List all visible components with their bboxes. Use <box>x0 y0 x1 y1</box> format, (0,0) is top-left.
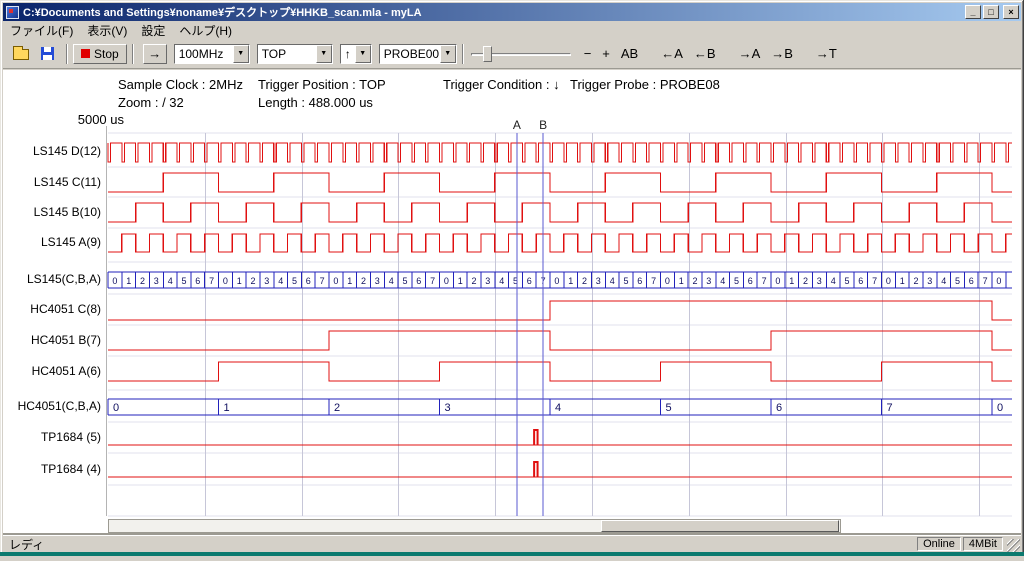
move-cursor-a-left-button[interactable]: ←A <box>656 45 688 62</box>
toolbar-separator <box>132 44 134 64</box>
status-ready-text: レディ <box>9 536 44 553</box>
minimize-button[interactable]: _ <box>965 5 981 19</box>
open-folder-icon <box>13 49 29 60</box>
chevron-down-icon[interactable]: ▼ <box>316 45 332 63</box>
trigger-position-value: TOP <box>258 45 316 63</box>
probe-select-value: PROBE00 <box>380 45 440 63</box>
time-div-label: 5000 us <box>60 112 124 127</box>
trigger-edge-value: ↑ <box>341 45 355 63</box>
zoom-out-button[interactable]: − <box>579 45 597 62</box>
app-icon <box>6 6 19 19</box>
scrollbar-thumb[interactable] <box>601 520 839 532</box>
goto-trigger-button[interactable]: →T <box>811 45 842 62</box>
status-memory-badge: 4MBit <box>963 537 1003 551</box>
zoom-in-button[interactable]: + <box>597 45 615 62</box>
title-bar[interactable]: C:¥Documents and Settings¥noname¥デスクトップ¥… <box>3 3 1021 21</box>
stop-icon <box>81 49 90 58</box>
toolbar-separator <box>66 44 68 64</box>
sample-rate-dropdown[interactable]: 100MHz ▼ <box>174 44 250 64</box>
chevron-down-icon[interactable]: ▼ <box>355 45 371 63</box>
chevron-down-icon[interactable]: ▼ <box>233 45 249 63</box>
status-online-badge: Online <box>917 537 961 551</box>
sample-rate-value: 100MHz <box>175 45 233 63</box>
zoom-slider[interactable] <box>471 44 571 64</box>
open-button[interactable] <box>9 43 33 65</box>
move-cursor-a-right-button[interactable]: →A <box>734 45 766 62</box>
trigger-probe-text: Trigger Probe : PROBE08 <box>570 77 720 92</box>
probe-select-dropdown[interactable]: PROBE00 ▼ <box>379 44 457 64</box>
save-icon <box>41 47 54 60</box>
toolbar-separator <box>462 44 464 64</box>
status-bar: レディ Online 4MBit <box>3 535 1021 552</box>
trigger-condition-text: Trigger Condition : ↓ <box>443 77 560 92</box>
horizontal-scrollbar[interactable] <box>108 519 841 533</box>
menu-settings[interactable]: 設定 <box>134 21 172 40</box>
resize-grip[interactable] <box>1007 539 1020 552</box>
menu-help[interactable]: ヘルプ(H) <box>172 21 239 40</box>
cursor-ab-button[interactable]: AB <box>616 45 643 62</box>
run-button[interactable]: → <box>143 44 167 64</box>
stop-button[interactable]: Stop <box>73 44 127 64</box>
window-controls: _ □ × <box>965 5 1019 19</box>
toolbar: Stop → 100MHz ▼ TOP ▼ ↑ ▼ PROBE00 ▼ − + … <box>3 39 1021 69</box>
slider-thumb[interactable] <box>483 46 492 62</box>
move-cursor-b-left-button[interactable]: ←B <box>689 45 721 62</box>
trigger-position-text: Trigger Position : TOP <box>258 77 386 92</box>
zoom-text: Zoom : / 32 <box>118 95 184 110</box>
maximize-button[interactable]: □ <box>983 5 999 19</box>
waveform-area[interactable] <box>106 126 1014 518</box>
window-title: C:¥Documents and Settings¥noname¥デスクトップ¥… <box>23 4 965 20</box>
app-window: C:¥Documents and Settings¥noname¥デスクトップ¥… <box>0 0 1024 556</box>
save-button[interactable] <box>35 43 59 65</box>
menu-view[interactable]: 表示(V) <box>80 21 134 40</box>
menu-file[interactable]: ファイル(F) <box>3 21 80 40</box>
length-text: Length : 488.000 us <box>258 95 373 110</box>
trigger-edge-dropdown[interactable]: ↑ ▼ <box>340 44 372 64</box>
close-button[interactable]: × <box>1003 5 1019 19</box>
chevron-down-icon[interactable]: ▼ <box>440 45 456 63</box>
sample-clock-text: Sample Clock : 2MHz <box>118 77 243 92</box>
move-cursor-b-right-button[interactable]: →B <box>766 45 798 62</box>
desktop-background-strip <box>0 552 1024 556</box>
trigger-position-dropdown[interactable]: TOP ▼ <box>257 44 333 64</box>
stop-label: Stop <box>94 47 119 61</box>
menu-bar: ファイル(F) 表示(V) 設定 ヘルプ(H) <box>3 21 1021 39</box>
